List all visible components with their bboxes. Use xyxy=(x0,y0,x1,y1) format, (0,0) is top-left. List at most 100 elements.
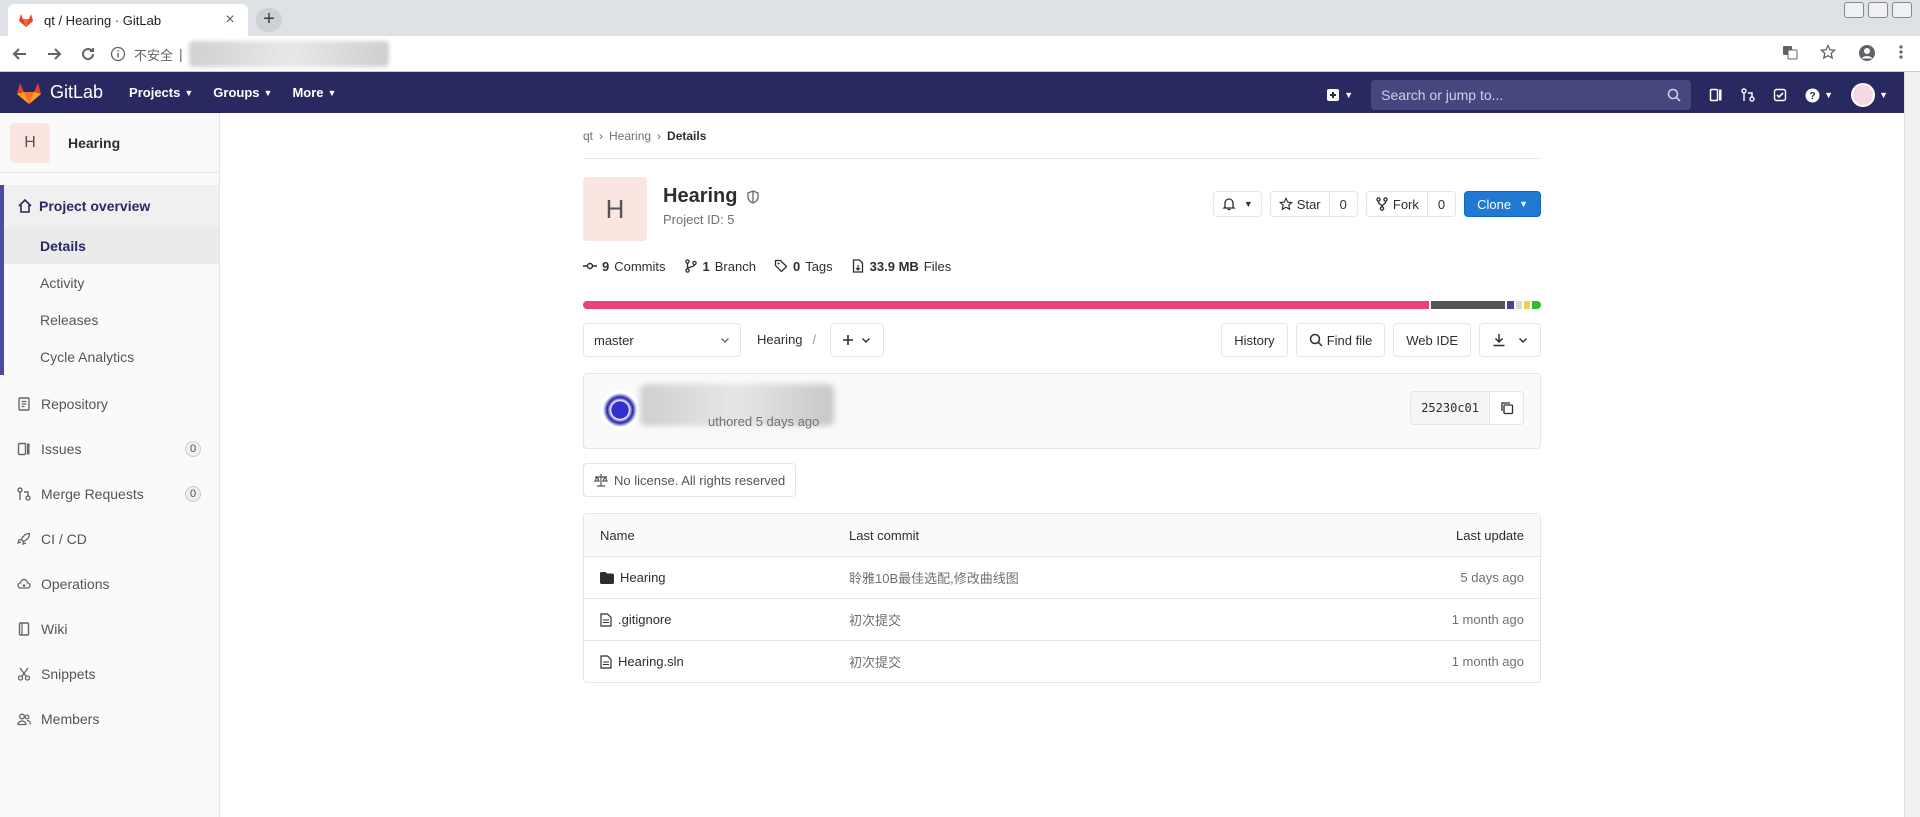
sidebar-item-merge-requests[interactable]: Merge Requests 0 xyxy=(0,471,219,516)
sidebar-item-ci-cd[interactable]: CI / CD xyxy=(0,516,219,561)
copy-sha-button[interactable] xyxy=(1490,391,1524,425)
language-segment[interactable] xyxy=(583,301,1429,309)
search-icon xyxy=(1309,333,1323,347)
commit-sha[interactable]: 25230c01 xyxy=(1410,391,1490,425)
translate-icon[interactable] xyxy=(1782,44,1798,62)
language-segment[interactable] xyxy=(1430,301,1505,309)
breadcrumb-item-hearing[interactable]: Hearing xyxy=(609,129,651,143)
branch-select[interactable]: master xyxy=(583,323,741,357)
search-input[interactable]: Search or jump to... xyxy=(1371,80,1692,110)
info-icon[interactable] xyxy=(110,46,126,62)
files-stat[interactable]: 33.9 MB Files xyxy=(851,259,951,274)
file-name[interactable]: Hearing.sln xyxy=(600,654,684,669)
file-last-commit[interactable]: 初次提交 xyxy=(849,652,901,671)
commits-stat[interactable]: 9 Commits xyxy=(583,259,666,274)
todo-header-icon[interactable] xyxy=(1773,88,1787,102)
back-icon[interactable] xyxy=(6,40,34,68)
gitlab-logo[interactable]: GitLab xyxy=(16,81,103,105)
user-menu[interactable]: ▼ xyxy=(1851,83,1888,107)
sidebar-item-issues[interactable]: Issues 0 xyxy=(0,426,219,471)
star-count[interactable]: 0 xyxy=(1329,191,1358,217)
sidebar-item-cycle-analytics[interactable]: Cycle Analytics xyxy=(4,338,219,375)
sidebar-item-activity[interactable]: Activity xyxy=(4,264,219,301)
file-last-update: 5 days ago xyxy=(1460,570,1524,585)
sidebar-project-header[interactable]: H Hearing xyxy=(0,113,219,173)
license-badge[interactable]: No license. All rights reserved xyxy=(583,463,797,497)
download-dropdown[interactable] xyxy=(1479,323,1541,357)
help-dropdown[interactable]: ? ▼ xyxy=(1805,88,1833,103)
minimize-button[interactable] xyxy=(1844,2,1864,18)
commit-author-avatar[interactable] xyxy=(600,390,640,430)
file-last-commit[interactable]: 初次提交 xyxy=(849,610,901,629)
gitlab-tanuki-icon xyxy=(17,82,41,104)
find-file-button[interactable]: Find file xyxy=(1295,323,1386,357)
nav-more[interactable]: More ▼ xyxy=(292,85,336,100)
language-segment[interactable] xyxy=(1516,301,1522,309)
fork-icon xyxy=(1376,197,1388,211)
language-segment[interactable] xyxy=(1531,301,1541,309)
sidebar-item-project-overview[interactable]: Project overview xyxy=(4,185,219,227)
tag-icon xyxy=(774,259,788,273)
main-content: qt › Hearing › Details H Hearing Project… xyxy=(583,113,1541,683)
issues-icon xyxy=(17,442,35,456)
sidebar-item-snippets[interactable]: Snippets xyxy=(0,651,219,696)
page-scrollbar[interactable] xyxy=(1904,72,1920,817)
sidebar-item-releases[interactable]: Releases xyxy=(4,301,219,338)
file-name[interactable]: Hearing xyxy=(600,570,666,585)
file-last-commit[interactable]: 聆雅10B最佳选配,修改曲线图 xyxy=(849,568,1019,587)
menu-dots-icon[interactable] xyxy=(1898,44,1904,62)
commit-sha-group: 25230c01 xyxy=(1410,391,1524,425)
language-segment[interactable] xyxy=(1523,301,1530,309)
clone-button[interactable]: Clone ▼ xyxy=(1464,191,1541,217)
chevron-down-icon: ▼ xyxy=(1879,90,1888,100)
gitlab-logo-text: GitLab xyxy=(50,82,104,102)
table-row[interactable]: .gitignore 初次提交 1 month ago xyxy=(584,598,1540,640)
star-button[interactable]: Star xyxy=(1269,191,1330,217)
fork-button[interactable]: Fork xyxy=(1365,191,1428,217)
address-bar[interactable]: 不安全 | xyxy=(110,40,1800,68)
merge-request-header-icon[interactable] xyxy=(1741,88,1755,102)
folder-icon xyxy=(600,571,614,584)
chevron-down-icon: ▼ xyxy=(1519,199,1528,209)
issues-header-icon[interactable] xyxy=(1709,88,1723,102)
chevron-down-icon xyxy=(1519,338,1527,343)
add-to-tree-dropdown[interactable] xyxy=(830,323,884,357)
table-row[interactable]: Hearing.sln 初次提交 1 month ago xyxy=(584,640,1540,682)
breadcrumb-item-details[interactable]: Details xyxy=(667,129,706,143)
notification-dropdown[interactable]: ▼ xyxy=(1212,191,1262,217)
tags-stat[interactable]: 0 Tags xyxy=(774,259,833,274)
close-window-button[interactable] xyxy=(1892,2,1912,18)
history-button[interactable]: History xyxy=(1221,323,1288,357)
project-name: Hearing xyxy=(663,185,738,207)
table-row[interactable]: Hearing 聆雅10B最佳选配,修改曲线图 5 days ago xyxy=(584,556,1540,598)
file-name[interactable]: .gitignore xyxy=(600,612,671,627)
new-item-dropdown[interactable]: ▼ xyxy=(1326,88,1353,102)
breadcrumb-item-qt[interactable]: qt xyxy=(583,129,593,143)
private-shield-icon xyxy=(747,189,760,204)
branch-stat[interactable]: 1 Branch xyxy=(684,259,756,274)
bookmark-star-icon[interactable] xyxy=(1820,44,1836,62)
profile-icon[interactable] xyxy=(1858,44,1876,62)
language-segment[interactable] xyxy=(1506,301,1515,309)
sidebar-item-wiki[interactable]: Wiki xyxy=(0,606,219,651)
sidebar-item-repository[interactable]: Repository xyxy=(0,381,219,426)
tab-close-icon[interactable]: × xyxy=(222,11,238,29)
sidebar-item-operations[interactable]: Operations xyxy=(0,561,219,606)
sidebar-item-details[interactable]: Details xyxy=(4,227,219,264)
scale-icon xyxy=(594,474,608,487)
sidebar-item-members[interactable]: Members xyxy=(0,696,219,741)
web-ide-button[interactable]: Web IDE xyxy=(1393,323,1471,357)
nav-projects[interactable]: Projects ▼ xyxy=(129,85,193,100)
restore-button[interactable] xyxy=(1868,2,1888,18)
fork-count[interactable]: 0 xyxy=(1427,191,1457,217)
repository-languages-bar[interactable] xyxy=(583,301,1541,309)
browser-tab[interactable]: qt / Hearing · GitLab × xyxy=(8,4,248,36)
chevron-down-icon: ▼ xyxy=(1344,90,1354,100)
nav-groups[interactable]: Groups ▼ xyxy=(213,85,272,100)
reload-icon[interactable] xyxy=(74,40,102,68)
tab-title: qt / Hearing · GitLab xyxy=(44,12,162,28)
new-tab-button[interactable]: + xyxy=(256,8,282,32)
gitlab-header: GitLab Projects ▼ Groups ▼ More ▼ ▼ Search … xyxy=(0,72,1904,113)
forward-icon[interactable] xyxy=(40,40,68,68)
path-root[interactable]: Hearing xyxy=(757,332,803,347)
